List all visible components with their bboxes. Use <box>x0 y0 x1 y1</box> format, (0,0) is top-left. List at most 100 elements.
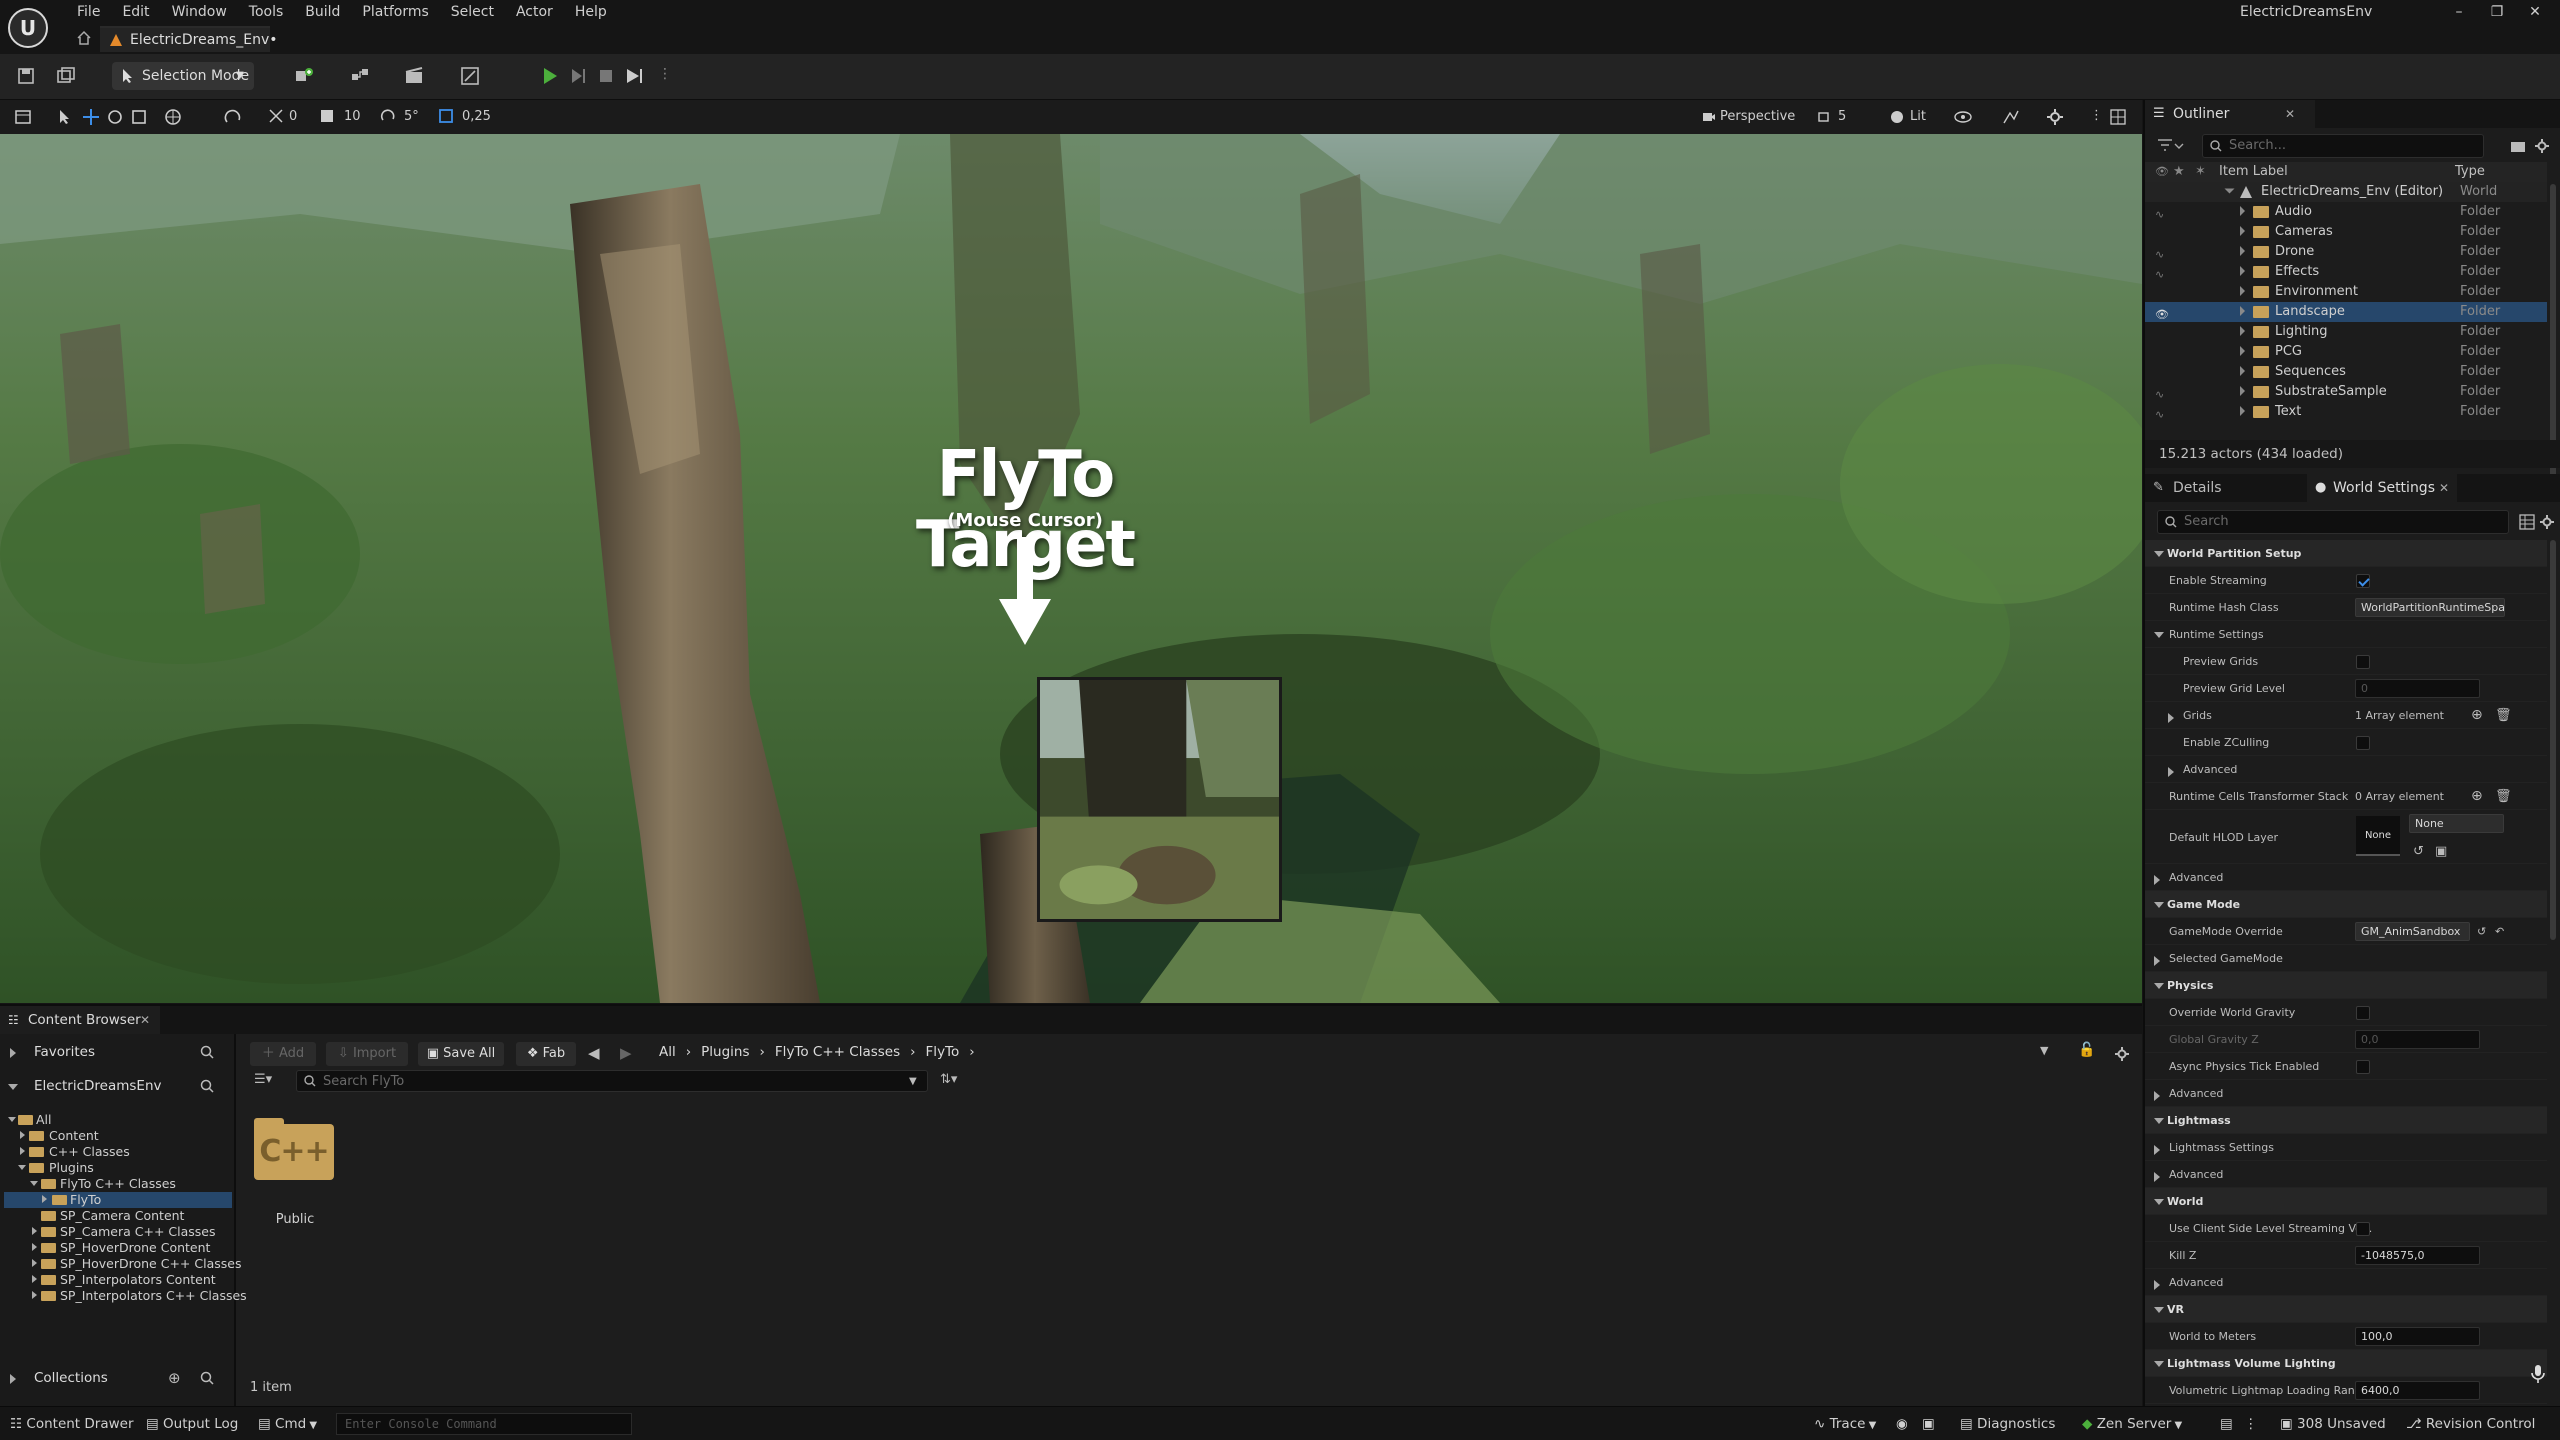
menu-help[interactable]: Help <box>564 2 618 22</box>
browse-icon[interactable]: ↺ <box>2477 918 2486 945</box>
world-to-meters-input[interactable]: 100,0 <box>2355 1327 2480 1346</box>
collapse-arrow-icon[interactable] <box>30 1181 38 1186</box>
visibility-icon[interactable]: ∿ <box>2155 405 2164 425</box>
collapse-arrow-icon[interactable] <box>2154 902 2164 908</box>
global-gravity-input[interactable]: 0,0 <box>2355 1030 2480 1049</box>
table-view-icon[interactable] <box>2519 514 2535 530</box>
rotate-tool-icon[interactable] <box>106 108 124 126</box>
save-all-button[interactable]: ▣ Save All <box>418 1042 504 1066</box>
enable-zculling-checkbox[interactable] <box>2356 736 2370 750</box>
section-lightmass-volume[interactable]: Lightmass Volume Lighting <box>2145 1350 2547 1377</box>
expand-arrow-icon[interactable] <box>2240 246 2245 256</box>
async-physics-checkbox[interactable] <box>2356 1060 2370 1074</box>
zen-server-dropdown[interactable]: ◆ Zen Server ▼ <box>2082 1415 2182 1435</box>
tree-row[interactable]: SP_HoverDrone Content <box>4 1240 232 1256</box>
close-tab-icon[interactable]: ✕ <box>2285 100 2295 128</box>
record-icon[interactable]: ◉ <box>1896 1415 1908 1433</box>
collapse-arrow-icon[interactable] <box>2154 1361 2164 1367</box>
world-space-icon[interactable] <box>164 108 182 126</box>
section-game-mode[interactable]: Game Mode <box>2145 891 2547 918</box>
chevron-down-icon[interactable]: ▼ <box>909 1071 917 1093</box>
hlod-dropdown[interactable]: None <box>2409 814 2504 833</box>
world-settings-tab[interactable]: ● World Settings ✕ <box>2307 474 2457 502</box>
outliner-row-selected[interactable]: 👁 Landscape Folder <box>2145 302 2547 322</box>
expand-arrow-icon[interactable] <box>20 1131 25 1139</box>
history-forward-icon[interactable]: ▶ <box>620 1044 632 1062</box>
hlod-thumbnail[interactable]: None <box>2356 816 2400 856</box>
fab-button[interactable]: ❖ Fab <box>516 1042 576 1066</box>
expand-arrow-icon[interactable] <box>2240 306 2245 316</box>
outliner-row[interactable]: Sequences Folder <box>2145 362 2547 382</box>
expand-arrow-icon[interactable] <box>42 1195 47 1203</box>
level-viewport[interactable]: 0 10 5° 0,25 Perspective 5 Lit ⋮ FlyTo (… <box>0 100 2142 1003</box>
expand-arrow-icon[interactable] <box>2240 226 2245 236</box>
favorites-header[interactable]: Favorites <box>0 1038 234 1066</box>
tree-row[interactable]: SP_Camera C++ Classes <box>4 1224 232 1240</box>
tree-row[interactable]: FlyTo C++ Classes <box>4 1176 232 1192</box>
expand-arrow-icon[interactable] <box>2240 286 2245 296</box>
prop-lightmass-settings[interactable]: Lightmass Settings <box>2145 1134 2547 1161</box>
menu-actor[interactable]: Actor <box>505 2 564 22</box>
expand-arrow-icon[interactable] <box>2154 1145 2160 1155</box>
more-options-icon[interactable]: ⋮ <box>658 66 672 82</box>
expand-arrow-icon[interactable] <box>32 1259 37 1267</box>
source-control-icon[interactable]: ▤ <box>2220 1415 2233 1433</box>
show-flags-icon[interactable] <box>1954 109 1972 125</box>
enable-streaming-checkbox[interactable] <box>2356 574 2370 588</box>
add-collection-icon[interactable]: ⊕ <box>168 1364 181 1392</box>
delete-icon[interactable]: 🗑 <box>2495 702 2512 729</box>
runtime-hash-class-dropdown[interactable]: WorldPartitionRuntimeSpatialHash <box>2355 598 2505 617</box>
expand-arrow-icon[interactable] <box>2154 875 2160 885</box>
save-icon[interactable] <box>16 66 36 86</box>
tree-row[interactable]: SP_Interpolators Content <box>4 1272 232 1288</box>
stop-icon[interactable] <box>596 66 616 86</box>
expand-arrow-icon[interactable] <box>2154 1091 2160 1101</box>
rotate-snap-icon[interactable] <box>380 108 396 124</box>
outliner-row[interactable]: Environment Folder <box>2145 282 2547 302</box>
scale-tool-icon[interactable] <box>130 108 148 126</box>
filter-dropdown-icon[interactable]: ☰▾ <box>254 1072 272 1087</box>
close-tab-icon[interactable]: ✕ <box>140 1006 150 1034</box>
expand-arrow-icon[interactable] <box>2240 386 2245 396</box>
lock-icon[interactable]: 🔓 <box>2078 1042 2095 1058</box>
grid-snap-icon[interactable] <box>320 109 334 123</box>
collapse-arrow-icon[interactable] <box>2154 1199 2164 1205</box>
override-gravity-checkbox[interactable] <box>2356 1006 2370 1020</box>
history-back-icon[interactable]: ◀ <box>588 1044 600 1062</box>
content-drawer-button[interactable]: ☷ Content Drawer <box>10 1415 134 1433</box>
unsaved-button[interactable]: ▣ 308 Unsaved <box>2280 1415 2386 1433</box>
project-header[interactable]: ElectricDreamsEnv <box>0 1072 234 1100</box>
expand-arrow-icon[interactable] <box>2154 1280 2160 1290</box>
screenshot-icon[interactable]: ▣ <box>1922 1415 1935 1433</box>
content-settings-icon[interactable] <box>2114 1046 2130 1062</box>
prop-advanced-2[interactable]: Advanced <box>2145 864 2547 891</box>
expand-arrow-icon[interactable] <box>2240 326 2245 336</box>
prop-advanced[interactable]: Advanced <box>2145 756 2547 783</box>
prop-advanced-5[interactable]: Advanced <box>2145 1269 2547 1296</box>
diagnostics-button[interactable]: ▤ Diagnostics <box>1960 1415 2055 1433</box>
unreal-logo-icon[interactable]: U <box>8 8 48 48</box>
outliner-row[interactable]: ∿ Effects Folder <box>2145 262 2547 282</box>
expand-arrow-icon[interactable] <box>32 1291 37 1299</box>
details-settings-icon[interactable] <box>2539 514 2555 530</box>
breadcrumb-item[interactable]: FlyTo C++ Classes <box>770 1042 905 1062</box>
breadcrumb-item[interactable]: FlyTo <box>921 1042 965 1062</box>
menu-file[interactable]: File <box>66 2 111 22</box>
expand-arrow-icon[interactable] <box>2154 1172 2160 1182</box>
menu-tools[interactable]: Tools <box>238 2 295 22</box>
tree-row-selected[interactable]: FlyTo <box>4 1192 232 1208</box>
search-icon[interactable] <box>200 1079 214 1093</box>
camera-speed-value[interactable]: 5 <box>1838 107 1846 127</box>
trace-dropdown[interactable]: ∿ Trace ▼ <box>1814 1415 1876 1435</box>
collapse-arrow-icon[interactable] <box>8 1084 18 1090</box>
details-tab[interactable]: ✎ Details <box>2145 474 2305 502</box>
tree-row[interactable]: SP_HoverDrone C++ Classes <box>4 1256 241 1272</box>
step-icon[interactable] <box>568 66 588 86</box>
surface-snap-icon[interactable] <box>224 108 242 126</box>
details-scrollbar[interactable] <box>2550 540 2556 940</box>
content-icon[interactable] <box>56 66 76 86</box>
minimize-button[interactable]: – <box>2440 2 2478 22</box>
perspective-dropdown[interactable]: Perspective <box>1720 107 1795 127</box>
collapse-arrow-icon[interactable] <box>2154 1118 2164 1124</box>
cinematics-icon[interactable] <box>404 66 424 86</box>
